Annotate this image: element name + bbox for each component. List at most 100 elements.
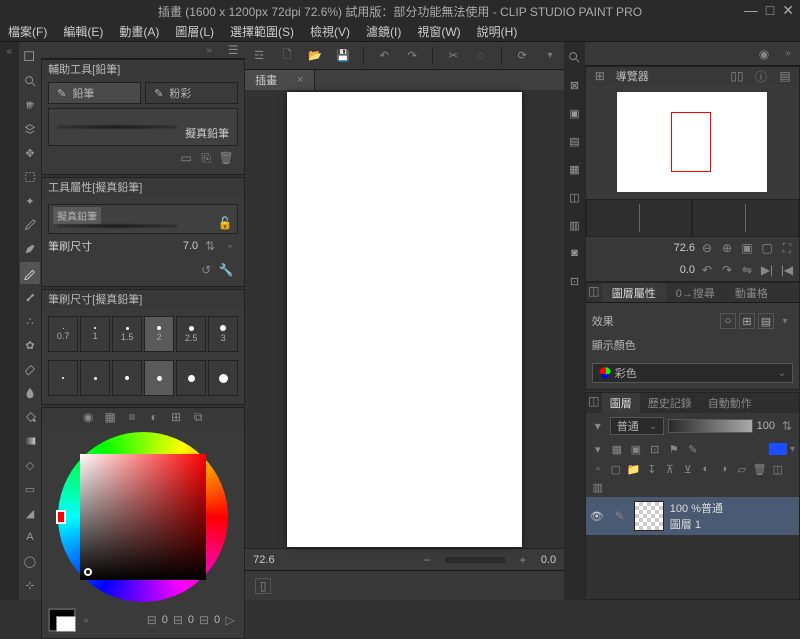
menu-view[interactable]: 檢視(V) [310, 23, 350, 40]
brushsize-value[interactable]: 7.0 [183, 240, 198, 252]
blendmode-dropdown[interactable]: 普通 ⌄ [610, 417, 664, 435]
link-icon[interactable]: ◦ [222, 238, 238, 254]
menu-icon[interactable]: ☰ [225, 42, 241, 58]
border-effect-icon[interactable]: ○ [720, 313, 736, 329]
ruler-icon[interactable]: ▱ [734, 461, 750, 477]
tool-ruler[interactable]: ◢ [20, 502, 40, 524]
play-icon[interactable]: ▷ [222, 612, 238, 628]
rot-cw-icon[interactable]: ↷ [719, 262, 735, 278]
hue-handle[interactable] [56, 510, 66, 524]
s-icon[interactable]: ⊟ [170, 612, 186, 628]
canvas-tab[interactable]: 插畫 × [245, 70, 314, 90]
h-icon[interactable]: ⊟ [144, 612, 160, 628]
layerprop-icon[interactable]: ◫ [586, 283, 602, 299]
minimize-button[interactable]: — [744, 2, 758, 19]
tool-eyedrop[interactable] [20, 214, 40, 236]
timeline-icon[interactable]: ▯ [255, 578, 271, 594]
alpha-lock-icon[interactable]: ▦ [609, 441, 625, 457]
lock-icon[interactable]: 🔓 [217, 215, 233, 231]
layer-name-text[interactable]: 圖層 1 [670, 516, 723, 532]
tab-animcel[interactable]: 動畫格 [725, 283, 778, 302]
reset-icon[interactable]: ↺ [198, 262, 214, 278]
tab-autoaction[interactable]: 自動動作 [700, 393, 760, 413]
menu-help[interactable]: 說明(H) [477, 23, 518, 40]
qa-3d[interactable]: ◫ [564, 186, 584, 208]
eye-icon[interactable]: 👁 [590, 510, 606, 523]
tab-layers[interactable]: 圖層 [602, 393, 640, 413]
cliplayer-icon[interactable]: ▾ [590, 441, 606, 457]
list-icon[interactable]: ▤ [777, 68, 793, 84]
size-2[interactable]: 2 [144, 316, 174, 352]
layer-icon[interactable]: ◫ [586, 393, 602, 409]
tool-brush[interactable] [20, 286, 40, 308]
navigator-preview[interactable] [590, 89, 795, 195]
nav-thumb-1[interactable] [586, 199, 693, 237]
square-icon[interactable]: ▫ [78, 612, 94, 628]
new-doc-icon[interactable]: 🗋 [277, 46, 297, 66]
chevron-collapse-icon[interactable]: » [780, 46, 796, 62]
tool-arrow[interactable]: ✥ [20, 142, 40, 164]
tool-move[interactable] [20, 94, 40, 116]
size-3[interactable]: 3 [208, 316, 238, 352]
stepper-icon[interactable]: ⇅ [779, 418, 795, 434]
tool-oper[interactable] [20, 46, 40, 68]
menu-edit[interactable]: 編輯(E) [63, 23, 103, 40]
actual-icon[interactable]: ▢ [759, 240, 775, 256]
size-r4[interactable] [144, 360, 174, 396]
zoom-in-icon[interactable]: ⊕ [719, 240, 735, 256]
prop-brush-preview[interactable]: 擬真鉛筆 🔓 [48, 204, 238, 234]
maximize-button[interactable]: □ [766, 2, 774, 19]
qa-download[interactable]: ⊡ [564, 270, 584, 292]
nav-viewport-rect[interactable] [671, 112, 711, 172]
clear-icon[interactable]: ◌ [471, 46, 491, 66]
zoom-out-icon[interactable]: ⊖ [699, 240, 715, 256]
menu-filter[interactable]: 濾鏡(I) [366, 23, 401, 40]
colormode-dropdown[interactable]: 彩色 ⌄ [592, 363, 793, 383]
tab-search[interactable]: 0→搜尋 [666, 283, 725, 302]
redo-icon[interactable]: ↷ [402, 46, 422, 66]
zoom-slider[interactable] [445, 557, 505, 563]
qa-material[interactable]: ▣ [564, 102, 584, 124]
tool-pen[interactable] [20, 238, 40, 260]
cut-icon[interactable]: ✂ [443, 46, 463, 66]
opacity-value[interactable]: 100 [757, 420, 775, 432]
nav-zoom-value[interactable]: 72.6 [674, 242, 695, 254]
info-icon[interactable]: ⓘ [753, 68, 769, 84]
tool-select[interactable] [20, 166, 40, 188]
zoom-value[interactable]: 72.6 [253, 554, 274, 566]
tool-figure[interactable]: ◇ [20, 454, 40, 476]
refresh-icon[interactable]: ⟳ [512, 46, 532, 66]
two-icon[interactable]: ◫ [770, 461, 786, 477]
size-25[interactable]: 2.5 [176, 316, 206, 352]
nav-icon[interactable]: ⊞ [592, 68, 608, 84]
subtool-pencil-btn[interactable]: ✎ 鉛筆 [48, 82, 141, 104]
fit-icon[interactable]: ▣ [739, 240, 755, 256]
folder-icon[interactable]: 📁 [626, 461, 642, 477]
layer-item-1[interactable]: 👁 ✎ 100 %普通 圖層 1 [586, 497, 799, 535]
nav-rot-value[interactable]: 0.0 [680, 264, 695, 276]
book-icon[interactable]: ▯▯ [729, 68, 745, 84]
tool-wand[interactable]: ✦ [20, 190, 40, 212]
qa-pattern[interactable]: ▦ [564, 158, 584, 180]
lock-icon[interactable]: ⊡ [647, 441, 663, 457]
clip-icon[interactable]: ☲ [249, 46, 269, 66]
tool-pencil[interactable] [20, 262, 40, 284]
tab-close-icon[interactable]: × [297, 74, 303, 86]
nav-thumb-2[interactable] [692, 199, 799, 237]
qa-search[interactable] [564, 46, 584, 68]
mergedown-icon[interactable]: ⊻ [680, 461, 696, 477]
menu-window[interactable]: 視窗(W) [417, 23, 460, 40]
colorapprox-icon[interactable]: ⊞ [168, 409, 184, 425]
fg-swatch[interactable] [48, 608, 76, 632]
color-square[interactable] [80, 454, 206, 580]
color-wheel[interactable] [58, 432, 228, 602]
ref-icon[interactable]: ⚑ [666, 441, 682, 457]
tool-deco[interactable]: ✿ [20, 334, 40, 356]
tool-blend[interactable] [20, 382, 40, 404]
layer-thumbnail[interactable] [634, 501, 664, 531]
colormid-icon[interactable]: ◐ [146, 409, 162, 425]
tool-balloon[interactable]: ◯ [20, 550, 40, 572]
size-1[interactable]: 1 [80, 316, 110, 352]
tab-layerprop[interactable]: 圖層屬性 [602, 283, 666, 302]
trash-icon[interactable]: 🗑 [218, 150, 234, 166]
